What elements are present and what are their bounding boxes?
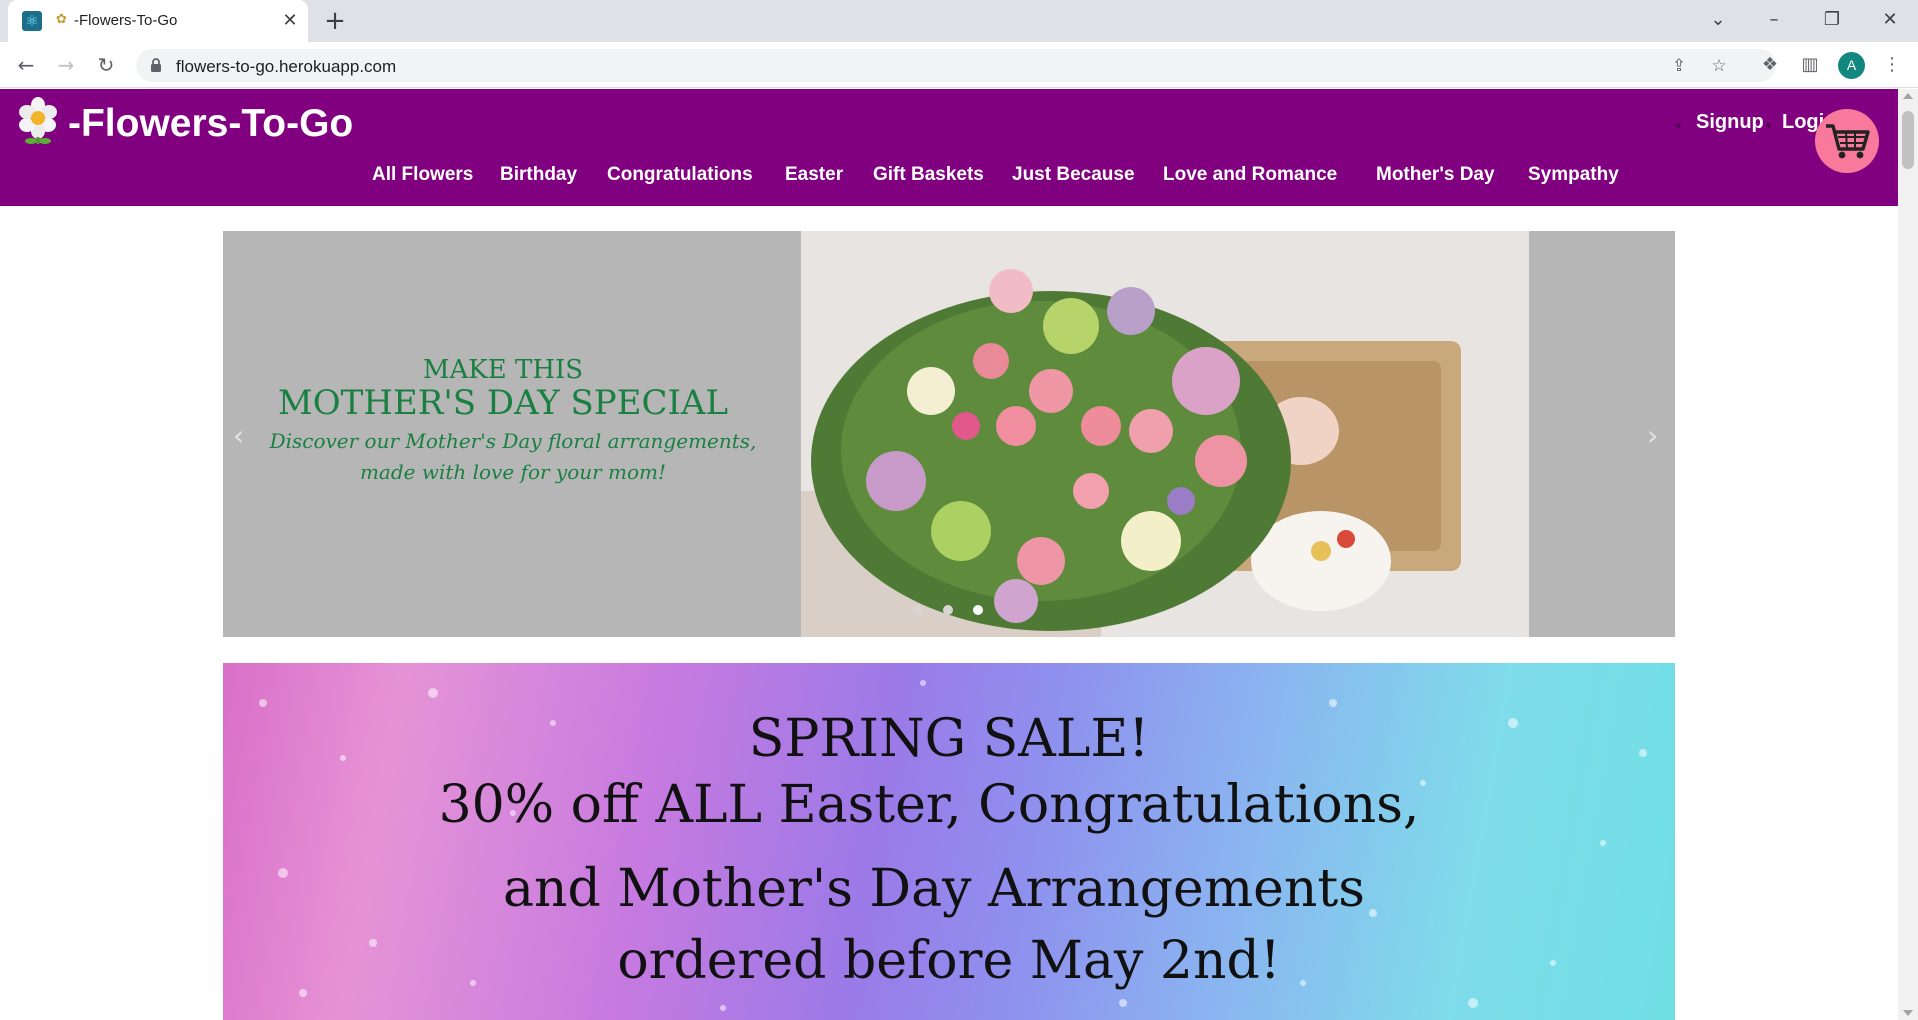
nav-love-and-romance[interactable]: Love and Romance: [1163, 164, 1337, 186]
carousel-next-icon[interactable]: ›: [1647, 419, 1658, 452]
scroll-down-arrow-icon[interactable]: [1903, 1010, 1913, 1016]
category-nav: All Flowers Birthday Congratulations Eas…: [0, 164, 1898, 194]
slide-subtext-1: Discover our Mother's Day floral arrange…: [269, 429, 757, 453]
browser-tab[interactable]: ⚛ ✿ -Flowers-To-Go ✕: [8, 0, 308, 42]
share-icon[interactable]: ⇪: [1668, 55, 1690, 77]
flower-icon: ✿: [56, 12, 67, 27]
site-header: -Flowers-To-Go Signup Logi All Flowers B…: [0, 89, 1898, 206]
spring-sale-banner: SPRING SALE! 30% off ALL Easter, Congrat…: [223, 663, 1675, 1020]
url-text: flowers-to-go.herokuapp.com: [176, 57, 397, 76]
bouquet-photo: [801, 231, 1529, 637]
react-favicon-icon: ⚛: [22, 11, 42, 31]
browser-toolbar: ← → ↻ flowers-to-go.herokuapp.com ⇪ ☆ ❖ …: [0, 42, 1918, 88]
sale-heading: SPRING SALE!: [748, 709, 1150, 769]
nav-just-because[interactable]: Just Because: [1012, 164, 1135, 186]
nav-mothers-day[interactable]: Mother's Day: [1376, 164, 1495, 186]
restore-icon[interactable]: ❐: [1807, 4, 1857, 36]
carousel-indicator-active[interactable]: [973, 605, 983, 615]
page-scrollbar[interactable]: [1898, 89, 1918, 1020]
side-panel-icon[interactable]: ▥: [1798, 53, 1822, 77]
page-viewport: -Flowers-To-Go Signup Logi All Flowers B…: [0, 89, 1898, 1020]
window-close-icon[interactable]: ✕: [1865, 4, 1915, 36]
menu-icon[interactable]: ⋮: [1880, 53, 1904, 77]
slide-heading-large: MOTHER'S DAY SPECIAL: [277, 383, 729, 423]
scroll-up-arrow-icon[interactable]: [1903, 93, 1913, 99]
flower-logo-icon: [19, 97, 57, 144]
profile-avatar[interactable]: A: [1838, 52, 1865, 79]
scroll-thumb[interactable]: [1902, 111, 1914, 169]
site-title[interactable]: -Flowers-To-Go: [68, 102, 353, 146]
promo-carousel: MAKE THIS MOTHER'S DAY SPECIAL Discover …: [223, 231, 1675, 637]
sale-line-4: ordered before May 2nd!: [617, 931, 1281, 991]
sale-line-2: 30% off ALL Easter, Congratulations,: [438, 775, 1420, 835]
carousel-indicator[interactable]: [913, 605, 923, 615]
nav-sympathy[interactable]: Sympathy: [1528, 164, 1619, 186]
close-tab-icon[interactable]: ✕: [278, 9, 302, 33]
back-icon[interactable]: ←: [12, 51, 40, 79]
slide-subtext-2: made with love for your mom!: [359, 460, 667, 484]
nav-birthday[interactable]: Birthday: [500, 164, 577, 186]
tab-title: -Flowers-To-Go: [74, 12, 178, 29]
lock-icon: [151, 58, 161, 72]
nav-all-flowers[interactable]: All Flowers: [372, 164, 473, 186]
carousel-prev-icon[interactable]: ‹: [233, 419, 244, 452]
address-bar[interactable]: flowers-to-go.herokuapp.com ⇪ ☆: [136, 49, 1776, 82]
bouquet-image: [801, 231, 1529, 637]
nav-easter[interactable]: Easter: [785, 164, 843, 186]
slide-heading-small: MAKE THIS: [422, 355, 584, 385]
nav-gift-baskets[interactable]: Gift Baskets: [873, 164, 984, 186]
tab-strip: ⚛ ✿ -Flowers-To-Go ✕ + ⌄ – ❐ ✕: [0, 0, 1918, 42]
extensions-icon[interactable]: ❖: [1758, 53, 1782, 77]
new-tab-plus-icon[interactable]: +: [320, 7, 350, 37]
star-icon[interactable]: ☆: [1708, 55, 1730, 77]
nav-bullet: [1676, 123, 1681, 128]
signup-link[interactable]: Signup: [1696, 111, 1764, 134]
slide-caption: MAKE THIS MOTHER'S DAY SPECIAL Discover …: [223, 231, 783, 637]
carousel-indicator[interactable]: [943, 605, 953, 615]
reload-icon[interactable]: ↻: [92, 51, 120, 79]
forward-icon[interactable]: →: [52, 51, 80, 79]
nav-bullet: [1766, 123, 1771, 128]
tab-search-chevron-down-icon[interactable]: ⌄: [1693, 4, 1743, 36]
sale-line-3: and Mother's Day Arrangements: [503, 859, 1365, 919]
minimize-icon[interactable]: –: [1749, 4, 1799, 36]
nav-congratulations[interactable]: Congratulations: [607, 164, 753, 186]
